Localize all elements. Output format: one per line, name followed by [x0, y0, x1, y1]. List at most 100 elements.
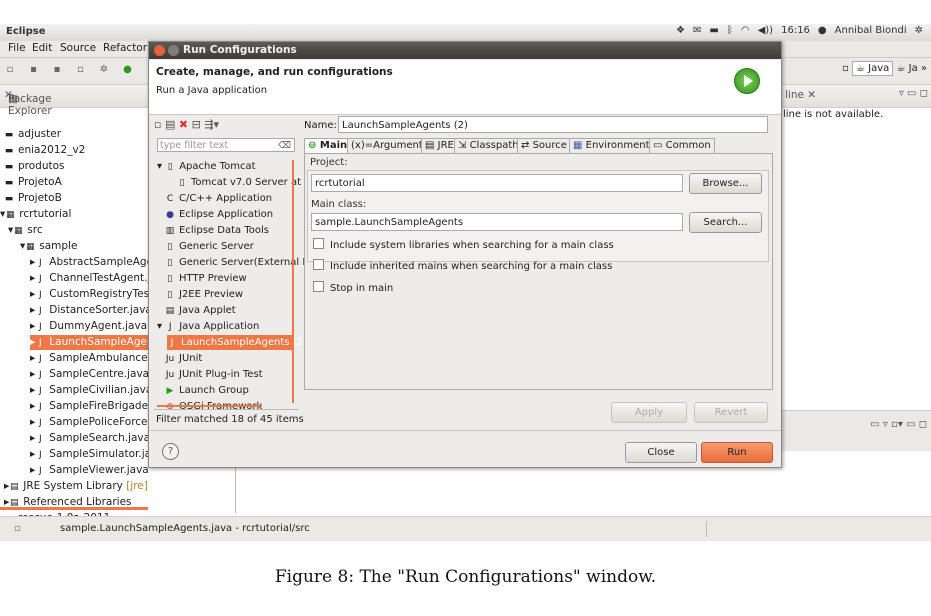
config-tree-item[interactable]: ▯ J2EE Preview	[165, 287, 244, 302]
config-tree-item[interactable]: ▯ Generic Server(External L	[165, 255, 308, 270]
close-button[interactable]: Close	[625, 442, 697, 463]
tree-item[interactable]: ▸ J SampleSimulator.jav	[30, 447, 157, 462]
menu-source[interactable]: Source	[60, 42, 96, 54]
include-inherited-mains-checkbox[interactable]: Include inherited mains when searching f…	[313, 259, 612, 272]
run-icon[interactable]: ●	[121, 64, 135, 78]
filter-input[interactable]: type filter text ⌫	[157, 138, 295, 152]
tree-item[interactable]: ▸▤ JRE System Library [jre]	[4, 479, 148, 494]
clear-filter-icon[interactable]: ⌫	[278, 139, 291, 153]
tree-item[interactable]: ▾▦ src	[8, 223, 43, 238]
config-tree-item[interactable]: ▾ J Java Application	[157, 319, 259, 334]
wifi-icon[interactable]: ◠	[741, 25, 750, 36]
java-file-icon: J	[38, 418, 42, 428]
revert-button[interactable]: Revert	[694, 402, 768, 423]
filter-config-icon[interactable]: ⇶▾	[204, 118, 219, 131]
tree-item[interactable]: ▾▦ sample	[20, 239, 77, 254]
save-all-icon[interactable]: ▪	[50, 64, 64, 78]
volume-icon[interactable]: ◀))	[758, 25, 774, 36]
minimize-window-icon[interactable]	[168, 45, 179, 56]
print-icon[interactable]: ▫	[74, 64, 88, 78]
config-tree-item[interactable]: ▯ HTTP Preview	[165, 271, 247, 286]
project-label: Project:	[310, 157, 348, 168]
config-tree-item[interactable]: ▯ Generic Server	[165, 239, 254, 254]
name-input[interactable]: LaunchSampleAgents (2)	[338, 116, 768, 133]
config-tree-scrollbar[interactable]	[292, 160, 294, 403]
tree-item[interactable]: ▸ J SampleFireBrigade.ja	[30, 399, 161, 414]
search-button[interactable]: Search...	[689, 212, 762, 233]
apply-button[interactable]: Apply	[611, 402, 687, 423]
config-tree-item[interactable]: ▥ Eclipse Data Tools	[165, 223, 269, 238]
run-button[interactable]: Run	[701, 442, 773, 463]
menu-refactor[interactable]: Refactor	[103, 42, 147, 54]
tree-item[interactable]: ▸ J AbstractSampleAgen	[30, 255, 160, 270]
browse-button[interactable]: Browse...	[689, 173, 762, 194]
tab-source[interactable]: ⇄ Source	[517, 138, 571, 153]
tree-item[interactable]: ▸ J DummyAgent.java	[30, 319, 147, 334]
collapse-all-icon[interactable]: ⊟	[192, 118, 201, 131]
tree-item[interactable]: ▸ J SampleAmbulanceTe	[30, 351, 159, 366]
open-perspective-icon[interactable]: ▫	[842, 63, 849, 74]
dropbox-icon[interactable]: ❖	[676, 25, 685, 36]
menu-file[interactable]: File	[8, 42, 26, 54]
config-tree-hscrollbar[interactable]	[157, 405, 262, 407]
bluetooth-icon[interactable]: ᛒ	[727, 25, 733, 36]
tree-item[interactable]: ▸ J SampleViewer.java	[30, 463, 149, 478]
config-tree-item[interactable]: Ju JUnit	[165, 351, 203, 366]
tree-item[interactable]: ▸ J SampleSearch.java	[30, 431, 150, 446]
main-class-input[interactable]: sample.LaunchSampleAgents	[311, 213, 683, 231]
close-window-icon[interactable]	[154, 45, 165, 56]
tree-item[interactable]: ▸ J DistanceSorter.java	[30, 303, 152, 318]
battery-icon[interactable]: ▬	[709, 25, 718, 36]
tree-item[interactable]: ▸ J SampleCentre.java	[30, 367, 149, 382]
tab-main[interactable]: ⊖ Main	[304, 138, 352, 153]
config-tree-item[interactable]: C C/C++ Application	[165, 191, 272, 206]
java-perspective-button[interactable]: ☕ Java	[852, 61, 894, 76]
tab-common[interactable]: ▭ Common	[649, 138, 715, 153]
tree-item-selected[interactable]: ▸ J LaunchSampleAgents	[30, 335, 163, 350]
config-tree-item[interactable]: ● Eclipse Application	[165, 207, 273, 222]
include-system-libraries-checkbox[interactable]: Include system libraries when searching …	[313, 238, 614, 251]
tree-item[interactable]: ▬ adjuster	[4, 127, 61, 142]
config-tree-item-selected[interactable]: J LaunchSampleAgents (2	[167, 335, 303, 350]
config-tree-item[interactable]: ▶ Launch Group	[165, 383, 249, 398]
app-title: Eclipse	[6, 26, 46, 37]
new-config-icon[interactable]: ▫	[154, 118, 161, 131]
view-menu-icon[interactable]: ▿ ▭ ◻	[899, 88, 928, 99]
tab-classpath[interactable]: ⇲ Classpath	[454, 138, 523, 153]
tree-item[interactable]: ▸ J SamplePoliceForce.ja	[30, 415, 160, 430]
tab-arguments[interactable]: (x)=Arguments	[347, 138, 432, 153]
tree-item[interactable]: ▾▦ rcrtutorial	[0, 207, 71, 222]
clock[interactable]: 16:16	[781, 25, 810, 36]
view-toolbar-icons[interactable]: ▭ ▿ ▫▾ ▭ ◻	[870, 419, 927, 430]
tree-item[interactable]: ▸ J SampleCivilian.java	[30, 383, 152, 398]
tree-item[interactable]: ▬ produtos	[4, 159, 65, 174]
menu-edit[interactable]: Edit	[32, 42, 52, 54]
tree-item[interactable]: ▬ enia2012_v2	[4, 143, 86, 158]
tree-item[interactable]: ▬ ProjetoB	[4, 191, 62, 206]
project-input[interactable]: rcrtutorial	[311, 174, 683, 192]
delete-config-icon[interactable]: ✖	[179, 118, 188, 131]
config-tree-item[interactable]: ▾ ▯ Apache Tomcat	[157, 159, 256, 174]
config-tree-item[interactable]: Ju JUnit Plug-in Test	[165, 367, 263, 382]
tab-environment[interactable]: ▦ Environment	[569, 138, 654, 153]
new-icon[interactable]: ▫	[3, 64, 17, 78]
config-tree-item[interactable]: ▤ Java Applet	[165, 303, 236, 318]
tree-item[interactable]: ▸ J ChannelTestAgent.jav	[30, 271, 163, 286]
tree-item[interactable]: ▸ J CustomRegistryTestA	[30, 287, 160, 302]
debug-icon[interactable]: ✲	[97, 64, 111, 78]
filter-divider	[154, 409, 299, 410]
ja-perspective-button[interactable]: ☕ Ja »	[896, 63, 927, 74]
tab-jre[interactable]: ▤ JRE	[421, 138, 458, 153]
package-explorer-tab[interactable]: ▦ Package Explorer ✕	[4, 89, 52, 117]
user-icon: ●	[817, 25, 827, 36]
help-icon[interactable]: ?	[162, 443, 179, 460]
gear-icon[interactable]: ✲	[915, 25, 923, 36]
stop-in-main-checkbox[interactable]: Stop in main	[313, 281, 393, 294]
user-name[interactable]: Annibal Biondi	[835, 25, 907, 36]
explorer-scrollbar[interactable]	[0, 507, 148, 510]
duplicate-config-icon[interactable]: ▤	[165, 118, 175, 131]
mail-icon[interactable]: ✉	[693, 25, 701, 36]
outline-tab[interactable]: line ✕	[785, 89, 816, 101]
save-icon[interactable]: ▪	[27, 64, 41, 78]
tree-item[interactable]: ▬ ProjetoA	[4, 175, 62, 190]
